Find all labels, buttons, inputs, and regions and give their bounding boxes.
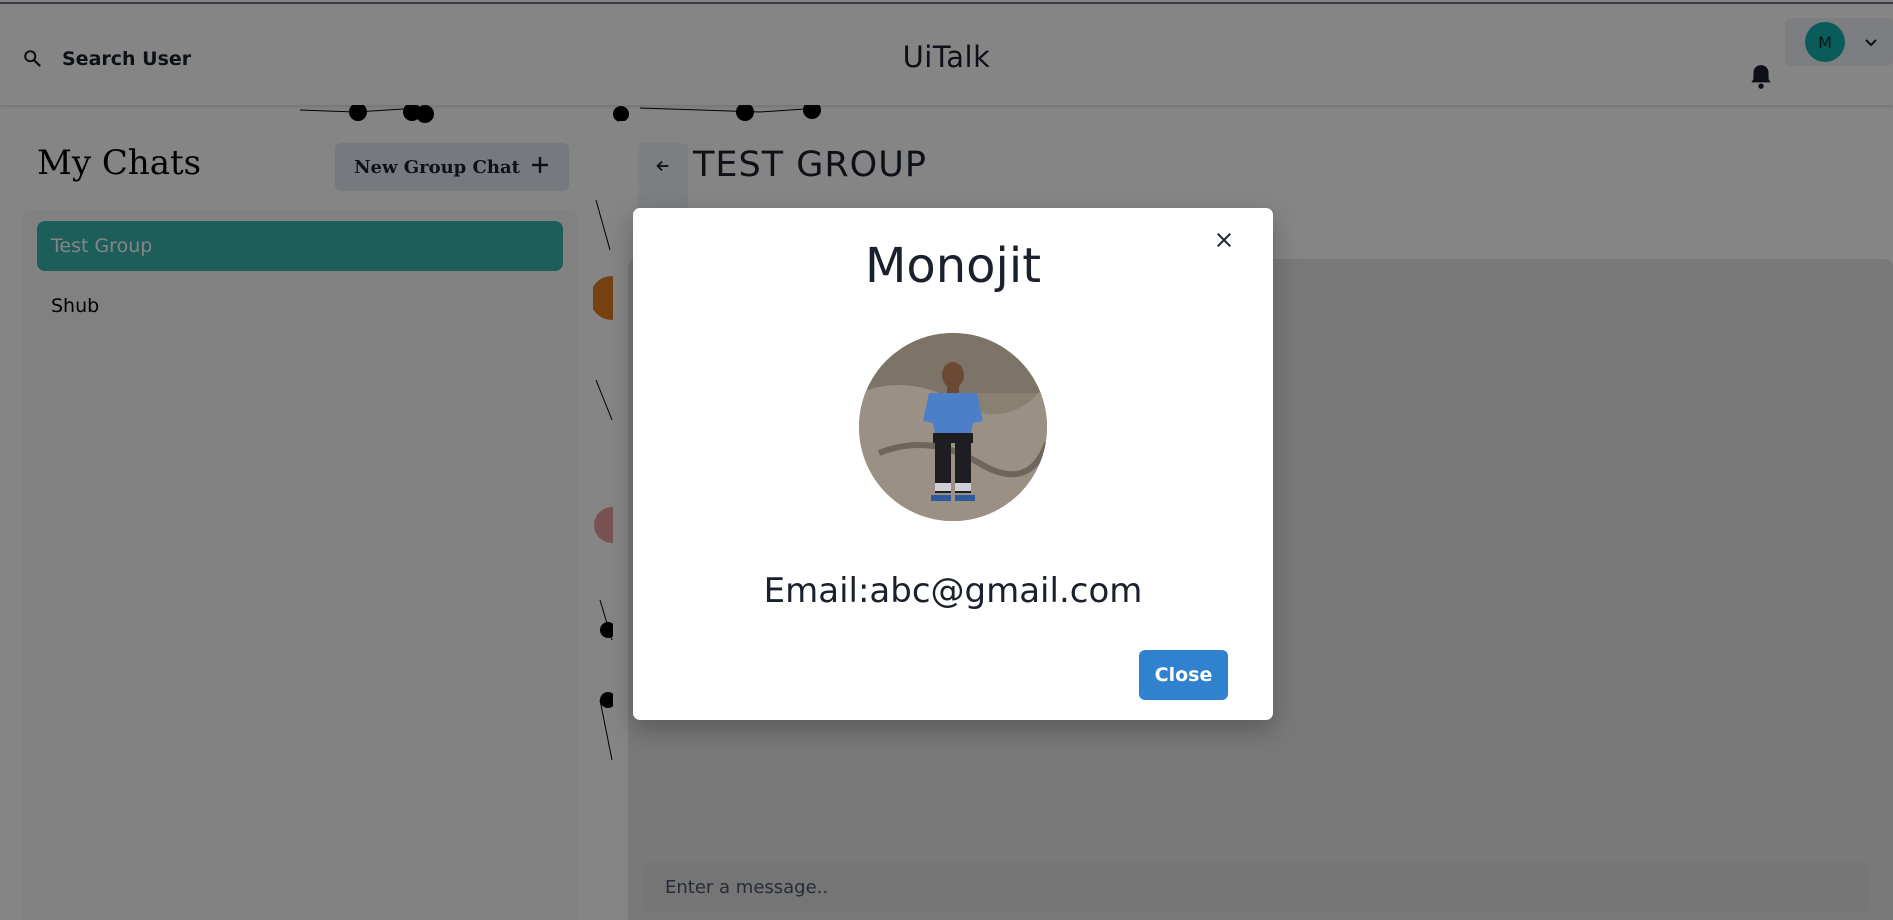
- profile-modal: Monojit Email:abc@gmail.com Close: [633, 208, 1273, 720]
- close-button[interactable]: Close: [1139, 650, 1228, 700]
- profile-photo: [859, 333, 1047, 521]
- profile-email: Email:abc@gmail.com: [763, 571, 1143, 611]
- profile-name: Monojit: [864, 238, 1042, 294]
